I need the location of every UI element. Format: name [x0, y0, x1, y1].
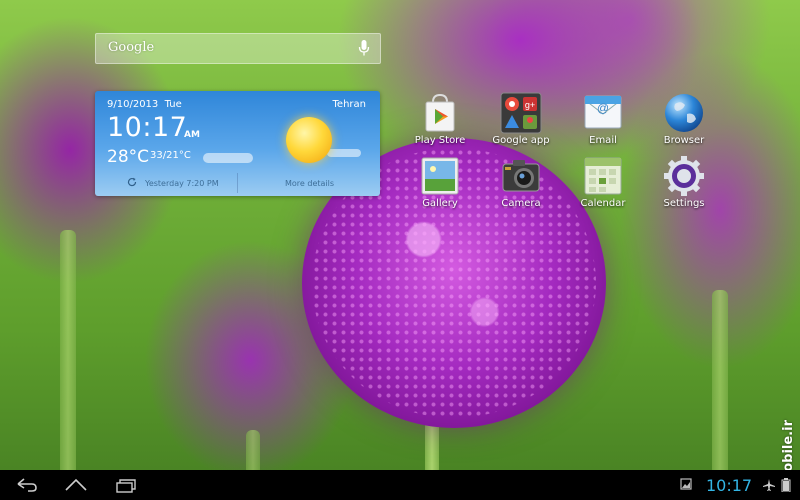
play-store-icon [419, 92, 461, 134]
app-settings[interactable]: Settings [644, 155, 724, 209]
status-clock[interactable]: 10:17 [706, 476, 752, 495]
app-label: Calendar [580, 198, 626, 209]
widget-current-temp: 28°C [107, 147, 150, 167]
app-gallery[interactable]: Gallery [400, 155, 480, 209]
flower-stem [60, 230, 76, 470]
email-icon: @ [582, 92, 624, 134]
app-google-folder[interactable]: g+ Google app [481, 92, 561, 146]
svg-text:g+: g+ [525, 100, 535, 110]
app-label: Settings [663, 198, 705, 209]
google-logo: Google [108, 40, 155, 55]
more-details-link[interactable]: More details [285, 179, 334, 188]
app-label: Browser [663, 135, 705, 146]
calendar-icon [582, 155, 624, 197]
app-calendar[interactable]: Calendar [563, 155, 643, 209]
settings-gear-icon [663, 155, 705, 197]
app-label: Email [589, 135, 617, 146]
widget-time: 10:17 [107, 112, 188, 143]
gallery-icon [419, 155, 461, 197]
app-label: Camera [501, 198, 541, 209]
app-camera[interactable]: Camera [481, 155, 561, 209]
system-navigation-bar: 10:17 [0, 470, 800, 500]
browser-globe-icon [663, 92, 705, 134]
home-button-icon[interactable] [63, 475, 89, 495]
refresh-icon[interactable] [127, 177, 137, 187]
app-play-store[interactable]: Play Store [400, 92, 480, 146]
app-browser[interactable]: Browser [644, 92, 724, 146]
svg-text:@: @ [597, 101, 609, 115]
flower-stem [712, 290, 728, 470]
sunny-icon [286, 117, 332, 163]
camera-icon [500, 155, 542, 197]
watermark: mobile.ir [781, 420, 796, 470]
google-apps-folder-icon: g+ [500, 92, 542, 134]
app-label: Gallery [422, 198, 458, 209]
microphone-icon[interactable] [358, 39, 370, 57]
app-label: Play Store [414, 135, 466, 146]
widget-ampm: AM [184, 130, 200, 140]
app-email[interactable]: @ Email [563, 92, 643, 146]
widget-temp-range: 33/21°C [150, 150, 191, 161]
google-search-bar[interactable]: Google [95, 33, 381, 64]
widget-date: 9/10/2013 Tue [107, 99, 182, 110]
widget-city: Tehran [332, 99, 366, 110]
cloud-decoration [203, 153, 253, 163]
flower-stem [246, 430, 260, 470]
battery-icon [781, 478, 791, 492]
weather-clock-widget[interactable]: 9/10/2013 Tue Tehran 10:17 AM 28°C 33/21… [95, 91, 380, 196]
screenshot-notification-icon[interactable] [680, 478, 692, 490]
recent-apps-button-icon[interactable] [113, 475, 139, 495]
back-button-icon[interactable] [14, 475, 40, 495]
airplane-mode-icon [763, 479, 775, 491]
wallpaper: mobile.ir [0, 0, 800, 470]
cloud-decoration [327, 149, 361, 157]
widget-divider [237, 173, 238, 193]
app-label: Google app [492, 135, 550, 146]
widget-updated-time: Yesterday 7:20 PM [145, 179, 219, 188]
